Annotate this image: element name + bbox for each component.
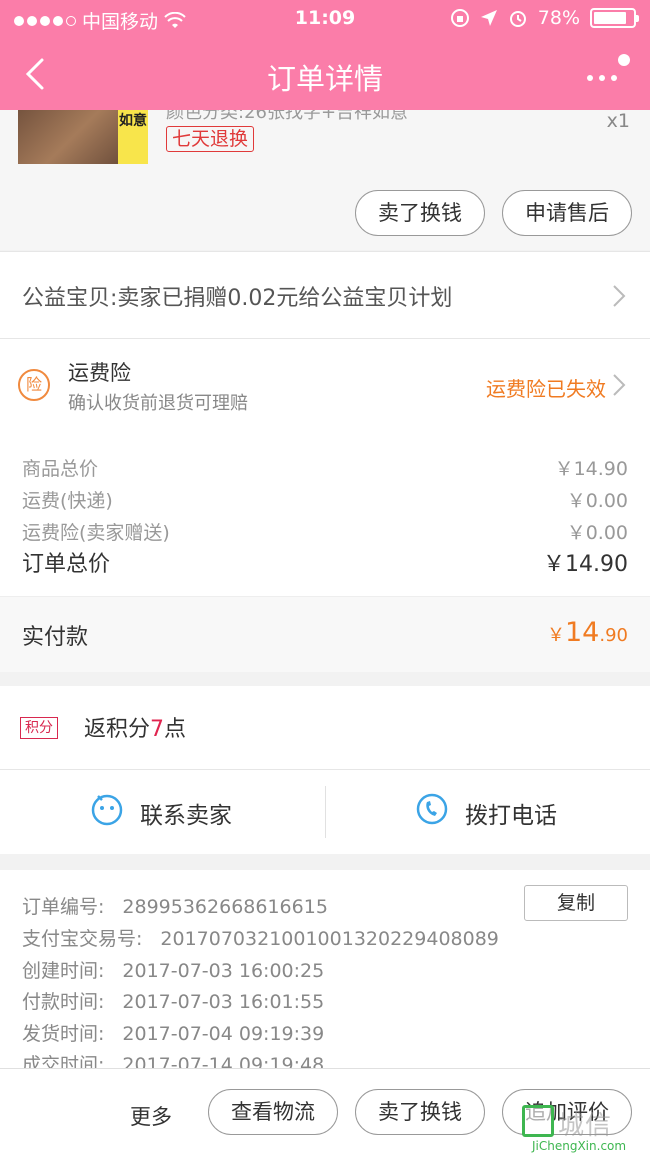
contact-bar: 联系卖家 拨打电话 [0, 770, 650, 854]
actual-payment-label: 实付款 [22, 625, 89, 650]
view-logistics-button[interactable]: 查看物流 [208, 1089, 338, 1135]
points-text: 返积分7点 [84, 711, 186, 743]
created-time-row: 创建时间: 2017-07-03 16:00:25 [22, 956, 324, 983]
paid-time: 2017-07-03 16:01:55 [122, 991, 325, 1013]
shipped-time-row: 发货时间: 2017-07-04 09:19:39 [22, 1019, 324, 1046]
status-bar: 中国移动 11:09 78% [0, 0, 650, 38]
product-quantity: x1 [606, 110, 630, 132]
order-total-label: 订单总价 [22, 552, 111, 577]
order-detail-content[interactable]: 如意 颜色分类:26张找字+吉祥如意 七天退换 x1 卖了换钱 申请售后 公益宝… [0, 110, 650, 1068]
summary-row-insurance: 运费险(卖家赠送) ￥0.00 [22, 518, 628, 545]
summary-label: 运费(快递) [22, 490, 113, 512]
apply-after-sales-button[interactable]: 申请售后 [502, 190, 632, 236]
completed-time: 2017-07-14 09:19:48 [122, 1054, 325, 1068]
call-phone-button[interactable]: 拨打电话 [325, 770, 650, 854]
order-number-row: 订单编号: 28995362668616615 [22, 892, 328, 919]
points-badge: 积分 [20, 717, 58, 739]
price-summary: 商品总价 ￥14.90 运费(快递) ￥0.00 运费险(卖家赠送) ￥0.00… [0, 424, 650, 596]
actual-payment-row: 实付款 ￥14.90 [0, 596, 650, 672]
contact-seller-button[interactable]: 联系卖家 [0, 770, 325, 854]
more-actions-button[interactable]: 更多 [130, 1101, 172, 1131]
chevron-right-icon [613, 374, 626, 396]
call-phone-label: 拨打电话 [465, 803, 557, 829]
summary-value: ￥14.90 [554, 458, 628, 480]
watermark-url: JiChengXin.com [532, 1139, 627, 1153]
summary-row-shipping: 运费(快递) ￥0.00 [22, 486, 628, 513]
contact-seller-label: 联系卖家 [140, 803, 232, 829]
bottom-action-bar: 更多 查看物流 卖了换钱 追加评价 城信 JiChengXin.com [0, 1068, 650, 1156]
shipping-insurance-row[interactable]: 险 运费险 确认收货前退货可理赔 运费险已失效 [0, 339, 650, 424]
orientation-lock-icon [450, 9, 469, 27]
summary-label: 商品总价 [22, 458, 99, 480]
insurance-status: 运费险已失效 [486, 377, 606, 401]
charity-row[interactable]: 公益宝贝:卖家已捐赠0.02元给公益宝贝计划 [0, 251, 650, 339]
alarm-icon [509, 11, 526, 27]
actual-payment-value: ￥14.90 [547, 617, 628, 648]
shipped-time: 2017-07-04 09:19:39 [122, 1023, 325, 1045]
insurance-title: 运费险 [68, 361, 131, 385]
points-number: 7 [150, 717, 165, 742]
insurance-subtitle: 确认收货前退货可理赔 [68, 393, 248, 414]
paid-time-row: 付款时间: 2017-07-03 16:01:55 [22, 987, 324, 1014]
insurance-icon: 险 [18, 369, 50, 401]
site-watermark: 城信 JiChengXin.com [522, 1105, 644, 1153]
summary-value: ￥0.00 [566, 522, 628, 544]
summary-row-goods: 商品总价 ￥14.90 [22, 454, 628, 481]
payment-integer: 14 [565, 617, 600, 648]
product-props: 颜色分类:26张找字+吉祥如意 [166, 110, 409, 123]
product-card[interactable]: 如意 颜色分类:26张找字+吉祥如意 七天退换 x1 卖了换钱 申请售后 [0, 110, 650, 250]
info-key: 发货时间: [22, 1023, 105, 1045]
order-info: 复制 订单编号: 28995362668616615 支付宝交易号: 2017070… [0, 870, 650, 1068]
alipay-trade-row: 支付宝交易号: 2017070321001001320229408089 [22, 924, 499, 951]
sell-for-cash-button[interactable]: 卖了换钱 [355, 1089, 485, 1135]
chat-smile-icon [91, 794, 123, 826]
seven-day-return-badge: 七天退换 [166, 126, 255, 152]
info-key: 订单编号: [22, 896, 105, 918]
battery-icon [590, 8, 639, 28]
phone-icon [416, 793, 448, 825]
sell-for-cash-button[interactable]: 卖了换钱 [355, 190, 485, 236]
charity-text: 公益宝贝:卖家已捐赠0.02元给公益宝贝计划 [22, 286, 453, 311]
alipay-trade-number: 2017070321001001320229408089 [160, 928, 499, 950]
currency-symbol: ￥ [547, 625, 565, 646]
order-number: 28995362668616615 [122, 896, 328, 918]
order-total-value: ￥14.90 [543, 552, 628, 577]
summary-value: ￥0.00 [566, 490, 628, 512]
completed-time-row: 成交时间: 2017-07-14 09:19:48 [22, 1050, 324, 1068]
points-row: 积分 返积分7点 [0, 686, 650, 770]
nav-bar: 订单详情 [0, 38, 650, 110]
info-key: 付款时间: [22, 991, 105, 1013]
status-right: 78% [450, 7, 639, 29]
info-key: 创建时间: [22, 960, 105, 982]
created-time: 2017-07-03 16:00:25 [122, 960, 325, 982]
summary-row-total: 订单总价 ￥14.90 [22, 546, 628, 578]
watermark-logo-icon [522, 1105, 554, 1137]
more-options-icon[interactable] [582, 52, 632, 92]
info-key: 成交时间: [22, 1054, 105, 1068]
points-prefix: 返积分 [84, 717, 151, 742]
thumbnail-label: 如意 [118, 110, 148, 164]
product-thumbnail[interactable]: 如意 [18, 110, 148, 164]
battery-percent: 78% [537, 7, 580, 29]
watermark-text: 城信 [558, 1111, 613, 1141]
location-icon [480, 10, 497, 26]
page-title: 订单详情 [266, 62, 383, 96]
info-key: 支付宝交易号: [22, 928, 143, 950]
payment-decimal: .90 [599, 625, 628, 646]
summary-label: 运费险(卖家赠送) [22, 522, 170, 544]
copy-button[interactable]: 复制 [524, 885, 628, 921]
points-suffix: 点 [164, 717, 187, 742]
chevron-right-icon [613, 285, 626, 307]
